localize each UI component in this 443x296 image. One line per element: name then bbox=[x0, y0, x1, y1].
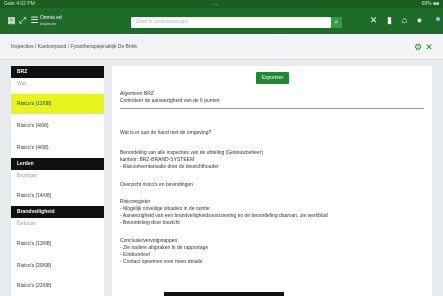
search-placeholder: Zoek in ondernemingen bbox=[136, 19, 189, 25]
breadcrumb-bar: Inspecties / Kantoorpand / Fysiotherapie… bbox=[0, 34, 443, 60]
status-bar: Gate 4:02 PM .... 68% ■■ bbox=[0, 0, 443, 8]
sidebar-item-risico-6[interactable]: Risico's (29/08) bbox=[11, 256, 104, 276]
expand-icon[interactable]: ⤢ bbox=[17, 15, 28, 26]
user-icon[interactable]: ⌂ bbox=[399, 15, 410, 26]
section-subheading: Overzicht risico's en bevindingen bbox=[120, 182, 193, 188]
brand-subtitle: Inspector bbox=[40, 21, 57, 26]
status-dots: .... bbox=[213, 1, 219, 7]
status-time: Gate 4:02 PM bbox=[4, 1, 35, 7]
search-input[interactable]: Zoek in ondernemingen bbox=[131, 17, 331, 28]
close-icon[interactable]: ✕ bbox=[424, 42, 434, 52]
block3-line: - Eindoordeel bbox=[120, 252, 150, 258]
block1-line: - Risicoinventarisatie door de toezichth… bbox=[120, 164, 219, 170]
app-header: ▦ ⤢ ☰ Omnia ed Inspector Zoek in onderne… bbox=[0, 8, 443, 34]
sidebar-item-risico-7[interactable]: Risico's (22/08) bbox=[11, 276, 104, 296]
sidebar-section-lerden: Lerden bbox=[11, 158, 104, 170]
block2-line: - Aanwezigheid van een brandveiligheidsv… bbox=[120, 213, 328, 219]
export-button[interactable]: Exporteer bbox=[256, 72, 289, 84]
settings-icon[interactable]: ⚙ bbox=[413, 42, 423, 52]
search-icon: ⌕ bbox=[334, 19, 339, 26]
main-content: Exporteer Algemeen BRZ Controleer de aan… bbox=[112, 66, 432, 296]
app-window: { "statusbar": { "left": "Gate 4:02 PM",… bbox=[0, 0, 443, 296]
grid-icon[interactable]: ▦ bbox=[6, 15, 17, 26]
search-button[interactable]: ⌕ bbox=[331, 17, 342, 28]
tools-icon[interactable]: ✕ bbox=[368, 15, 379, 26]
intro-text: Wat is er aan de hand met de omgeving? bbox=[120, 130, 212, 136]
bottom-toolbar[interactable] bbox=[164, 292, 284, 296]
block2-line: - Beoordeling door toezicht bbox=[120, 220, 180, 226]
menu-icon[interactable]: ☰ bbox=[29, 15, 40, 26]
divider bbox=[120, 108, 424, 109]
sidebar-item-risico-4[interactable]: Risico's (14/08) bbox=[11, 186, 104, 206]
sidebar-item-risico-3[interactable]: Risico's (4/08) bbox=[11, 138, 104, 158]
sidebar-subsection: Bezorgin bbox=[17, 173, 37, 179]
breadcrumb[interactable]: Inspecties / Kantoorpand / Fysiotherapie… bbox=[11, 34, 137, 60]
content-subheading: Controleer de aanwezigheid van de 6 punt… bbox=[120, 98, 220, 104]
brand-logo: Omnia ed Inspector bbox=[40, 16, 90, 27]
block3-line: - Zie nadere afspraken in de rapportage bbox=[120, 245, 209, 251]
sidebar-subsection: Gebouw bbox=[17, 221, 36, 227]
sidebar: BRZ Wat Risico's (12/08) Risico's (4/08)… bbox=[11, 66, 104, 296]
sidebar-item-risico-1[interactable]: Risico's (12/08) bbox=[11, 94, 104, 114]
block2-line: Risicoregister bbox=[120, 199, 151, 205]
notification-badge bbox=[436, 17, 440, 21]
block3-line: Conclusie/vervolgstappen bbox=[120, 238, 178, 244]
block2-line: - Mogelijk onveilige situaties in de rui… bbox=[120, 206, 210, 212]
status-battery: 68% ■■ bbox=[421, 1, 439, 7]
block1-line: kantoor: BRZ-BRAND-SYSTEEM bbox=[120, 157, 195, 163]
sidebar-subsection: Wat bbox=[17, 81, 26, 87]
block3-line: - Contact opnemen voor meer details bbox=[120, 259, 203, 265]
sidebar-section-brz: BRZ bbox=[11, 66, 104, 78]
notification-icon[interactable]: ● bbox=[414, 15, 425, 26]
sidebar-section-brandveiligheid: Brandveiligheid bbox=[11, 206, 104, 218]
sidebar-item-risico-5[interactable]: Risico's (13/08) bbox=[11, 234, 104, 254]
sidebar-item-risico-2[interactable]: Risico's (4/08) bbox=[11, 116, 104, 136]
content-heading: Algemeen BRZ bbox=[120, 91, 154, 97]
block1-line: Beoordeling van alle inspecties van de a… bbox=[120, 150, 264, 156]
clipboard-icon[interactable]: ▮ bbox=[384, 15, 395, 26]
